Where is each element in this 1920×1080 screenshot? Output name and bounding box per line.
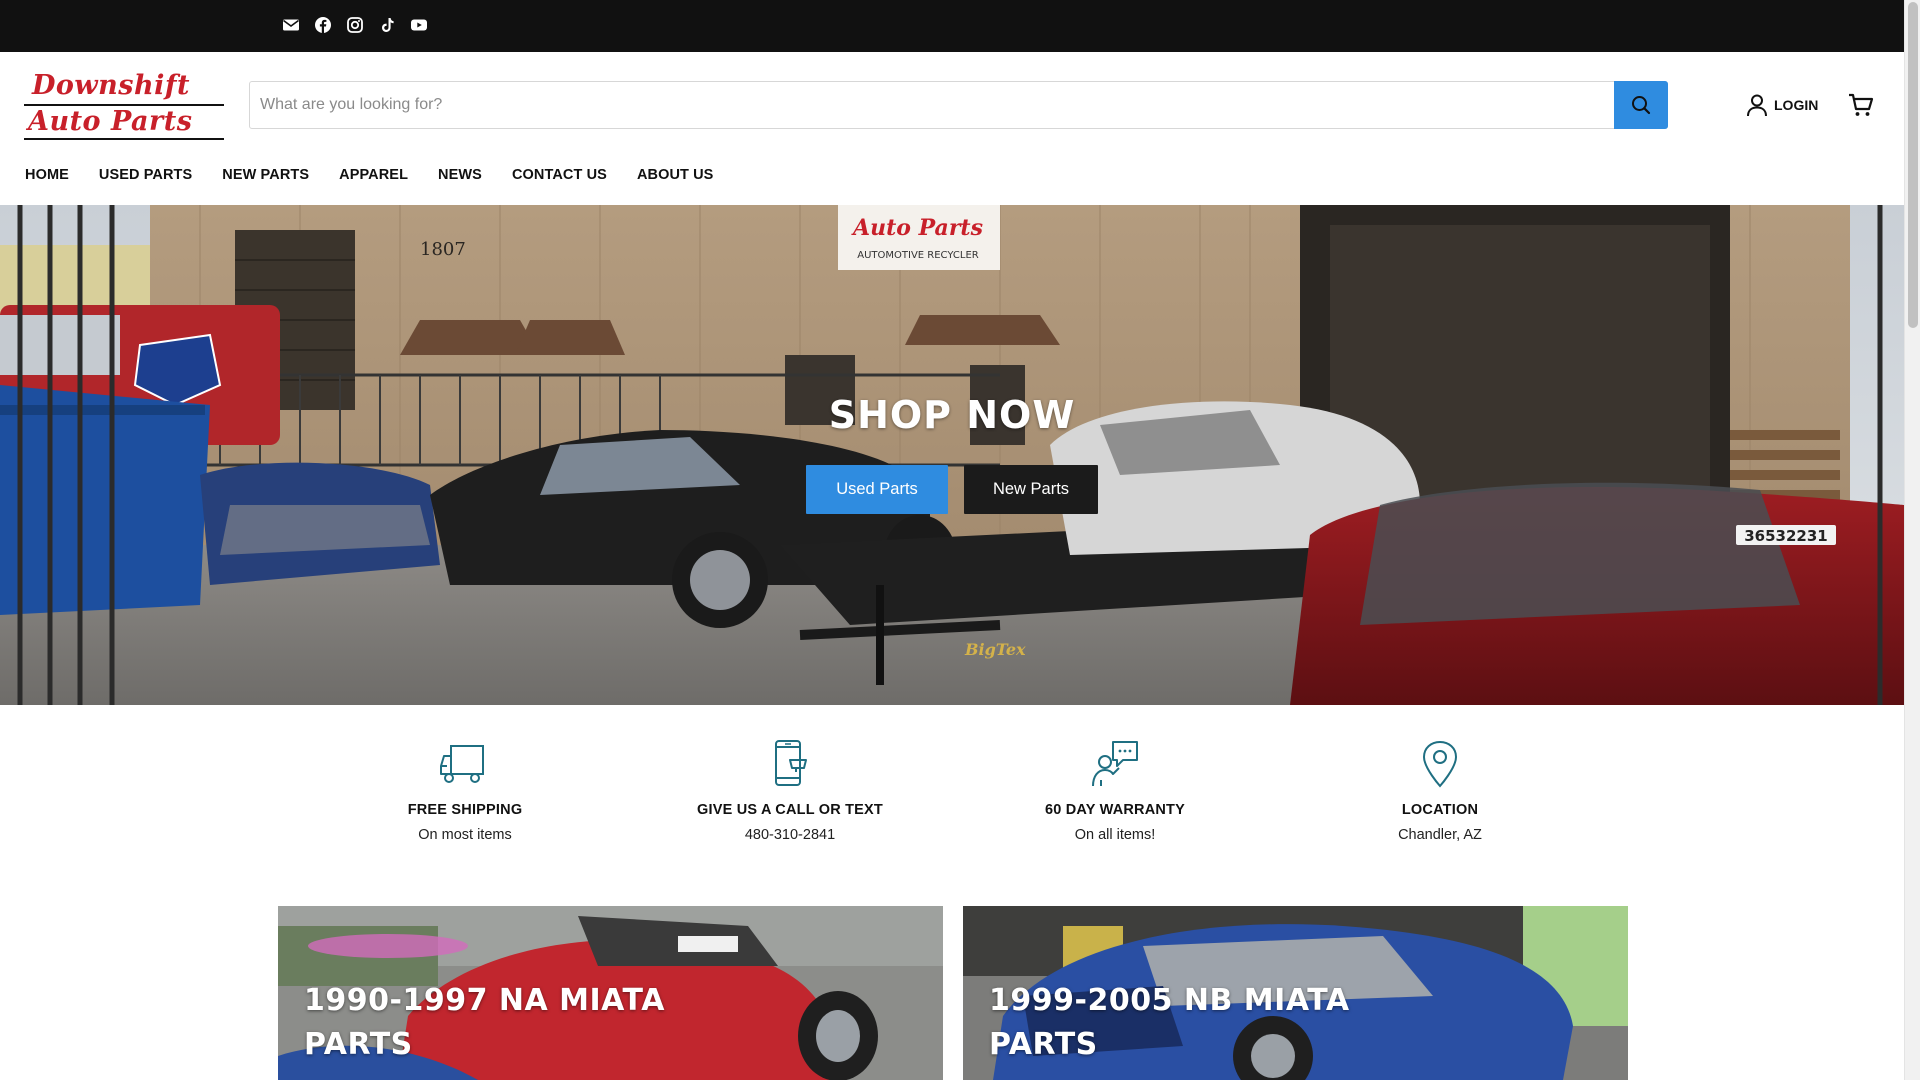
search-bar	[249, 81, 1668, 129]
feature-subtitle: 480-310-2841	[744, 827, 836, 843]
nav-item-apparel[interactable]: APPAREL	[339, 167, 408, 183]
feature-location: LOCATION Chandler, AZ	[1310, 738, 1570, 843]
svg-text:Auto Parts: Auto Parts	[851, 215, 983, 241]
nav-item-home[interactable]: HOME	[25, 167, 69, 183]
hero-buttons: Used Parts New Parts	[0, 465, 1904, 514]
feature-subtitle: On all items!	[1074, 827, 1156, 843]
site-logo[interactable]: Downshift Auto Parts	[24, 70, 226, 142]
category-title-line-1: 1990-1997 NA MIATA	[304, 983, 665, 1018]
search-button[interactable]	[1614, 81, 1668, 129]
login-link[interactable]: LOGIN	[1746, 93, 1818, 117]
location-pin-icon	[1422, 740, 1458, 788]
hero-title: SHOP NOW	[828, 393, 1076, 437]
svg-text:1807: 1807	[420, 239, 466, 260]
truck-icon	[440, 745, 484, 783]
category-title: 1999-2005 NB MIATA PARTS	[989, 979, 1549, 1067]
feature-title: FREE SHIPPING	[407, 802, 523, 818]
page-scrollbar[interactable]	[1904, 0, 1920, 1080]
used-parts-button[interactable]: Used Parts	[806, 465, 948, 514]
category-title-line-2: PARTS	[304, 1027, 413, 1062]
logo-line-2: Auto Parts	[28, 106, 193, 137]
features-row: FREE SHIPPING On most items GIVE US A CA…	[0, 738, 1904, 848]
feature-title: LOCATION	[1401, 802, 1479, 818]
nav-item-contact-us[interactable]: CONTACT US	[512, 167, 607, 183]
main-navigation: HOME USED PARTS NEW PARTS APPAREL NEWS C…	[25, 167, 743, 183]
feature-subtitle: Chandler, AZ	[1398, 827, 1482, 843]
warranty-support-icon	[1092, 741, 1138, 787]
search-input[interactable]	[250, 82, 1614, 128]
feature-subtitle: On most items	[418, 827, 512, 843]
feature-title: GIVE US A CALL OR TEXT	[697, 802, 883, 818]
svg-text:BigTex: BigTex	[964, 640, 1026, 659]
search-icon	[1632, 96, 1651, 115]
feature-call-or-text: GIVE US A CALL OR TEXT 480-310-2841	[660, 738, 920, 843]
category-title: 1990-1997 NA MIATA PARTS	[304, 979, 864, 1067]
category-title-line-2: PARTS	[989, 1027, 1098, 1062]
nav-item-used-parts[interactable]: USED PARTS	[99, 167, 192, 183]
social-top-bar	[0, 0, 1904, 52]
instagram-icon[interactable]	[346, 16, 364, 34]
svg-text:AUTOMOTIVE RECYCLER: AUTOMOTIVE RECYCLER	[857, 250, 979, 261]
phone-icon	[775, 740, 807, 786]
hero-banner: Auto Parts AUTOMOTIVE RECYCLER 1807 BigT…	[0, 205, 1904, 705]
logo-line-1: Downshift	[32, 70, 190, 101]
feature-free-shipping: FREE SHIPPING On most items	[335, 738, 595, 843]
feature-warranty: 60 DAY WARRANTY On all items!	[985, 738, 1245, 843]
category-card-nb-miata[interactable]: 1999-2005 NB MIATA PARTS	[963, 906, 1628, 1080]
nav-item-about-us[interactable]: ABOUT US	[637, 167, 714, 183]
hero-background-image: Auto Parts AUTOMOTIVE RECYCLER 1807 BigT…	[0, 205, 1904, 705]
login-label: LOGIN	[1774, 97, 1819, 113]
new-parts-button[interactable]: New Parts	[964, 465, 1098, 514]
cart-button[interactable]	[1848, 92, 1874, 118]
user-icon	[1747, 94, 1767, 117]
svg-text:36532231: 36532231	[1744, 527, 1828, 545]
cart-icon	[1849, 93, 1874, 116]
category-title-line-1: 1999-2005 NB MIATA	[989, 983, 1350, 1018]
logo-underline	[24, 138, 224, 140]
nav-item-news[interactable]: NEWS	[438, 167, 482, 183]
scrollbar-thumb[interactable]	[1908, 2, 1918, 328]
email-icon[interactable]	[282, 16, 300, 34]
feature-title: 60 DAY WARRANTY	[1045, 802, 1185, 818]
category-card-na-miata[interactable]: 1990-1997 NA MIATA PARTS	[278, 906, 943, 1080]
facebook-icon[interactable]	[314, 16, 332, 34]
social-links	[282, 16, 428, 34]
tiktok-icon[interactable]	[378, 16, 396, 34]
nav-item-new-parts[interactable]: NEW PARTS	[222, 167, 309, 183]
youtube-icon[interactable]	[410, 16, 428, 34]
